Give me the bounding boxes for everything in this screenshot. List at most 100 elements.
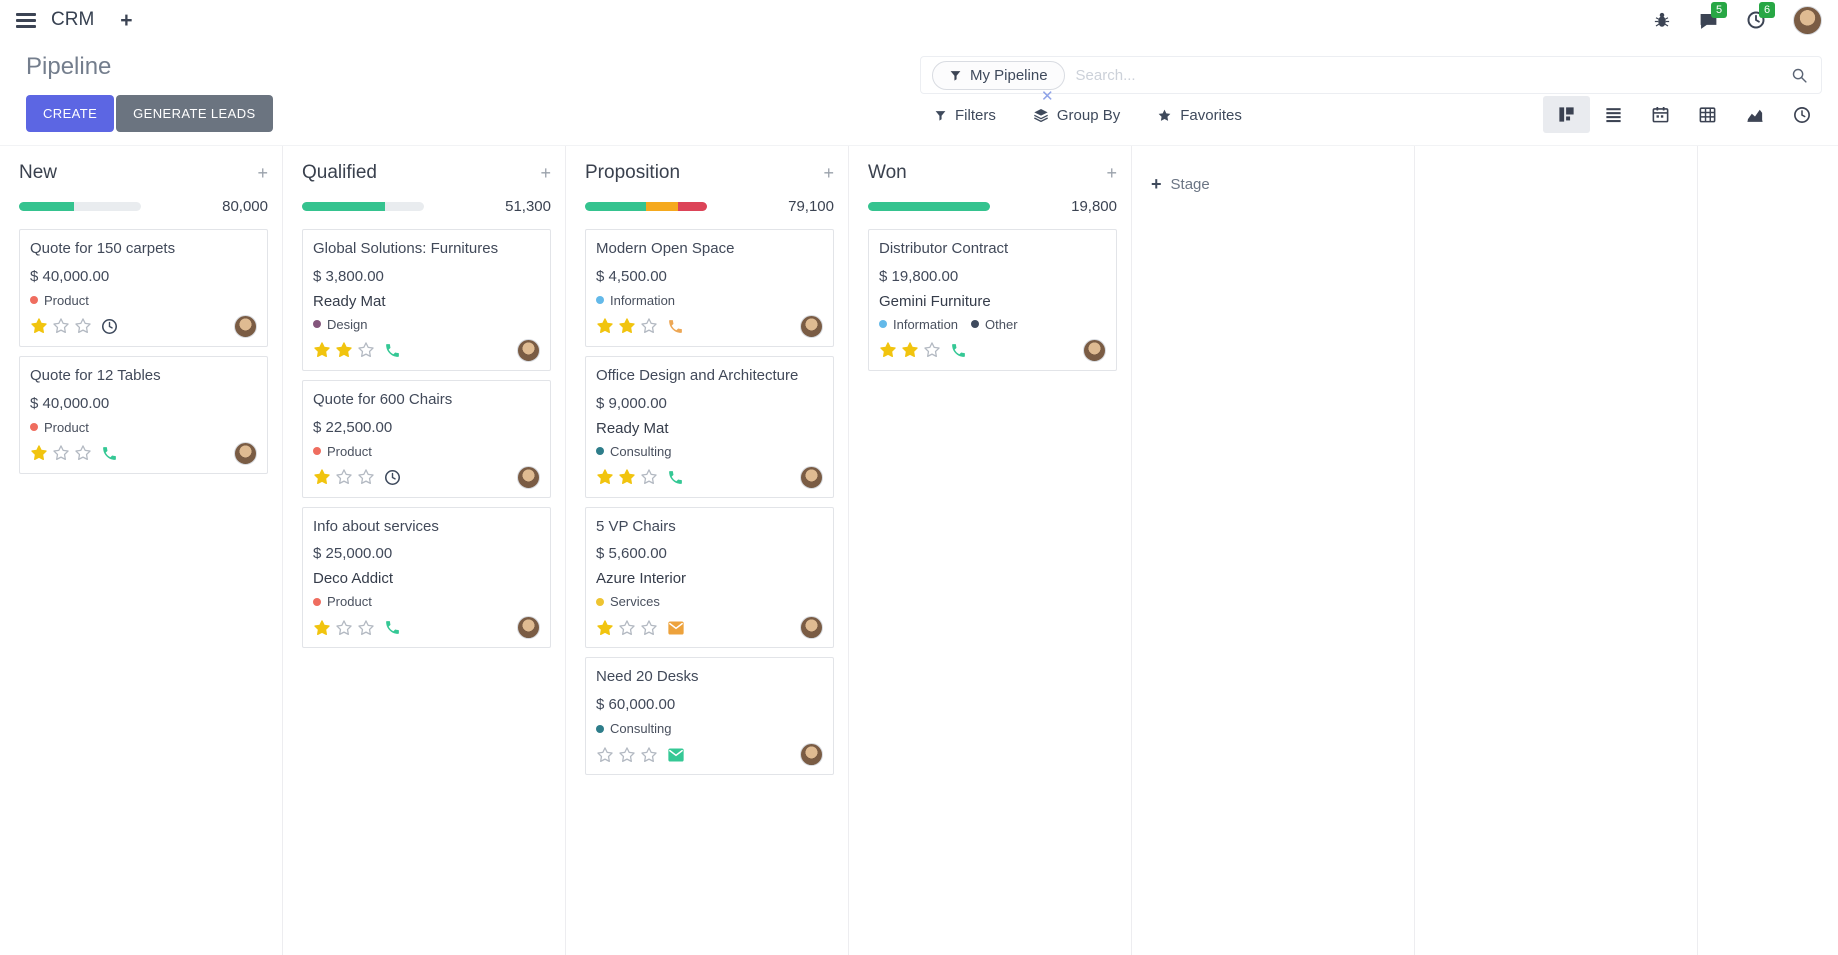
card-partner: Azure Interior: [596, 570, 823, 587]
activity-phone-icon[interactable]: [384, 619, 401, 636]
kanban-card[interactable]: Info about services$ 25,000.00Deco Addic…: [302, 507, 551, 649]
filters-label: Filters: [955, 107, 996, 124]
group-by-label: Group By: [1057, 107, 1120, 124]
star-filled-icon[interactable]: [901, 341, 919, 359]
star-filled-icon[interactable]: [313, 468, 331, 486]
card-avatar: [800, 466, 823, 489]
activity-clock-icon[interactable]: [384, 469, 401, 486]
filters-menu[interactable]: Filters: [934, 107, 996, 124]
star-empty-icon[interactable]: [640, 317, 658, 335]
tag-label: Other: [985, 317, 1018, 332]
column-progress-row: 79,100: [585, 198, 834, 215]
card-priority-stars: [879, 341, 941, 359]
column-progress-bar[interactable]: [19, 202, 141, 211]
star-empty-icon[interactable]: [618, 619, 636, 637]
star-empty-icon[interactable]: [640, 468, 658, 486]
plus-icon[interactable]: +: [120, 10, 132, 31]
star-filled-icon[interactable]: [596, 619, 614, 637]
card-title: Global Solutions: Furnitures: [313, 240, 540, 259]
star-empty-icon[interactable]: [52, 317, 70, 335]
star-empty-icon[interactable]: [74, 444, 92, 462]
search-icon[interactable]: [1791, 67, 1808, 84]
add-stage-button[interactable]: + Stage: [1151, 175, 1400, 193]
view-switch-list[interactable]: [1590, 96, 1637, 133]
column-add-button[interactable]: +: [1106, 164, 1117, 182]
kanban-card[interactable]: Office Design and Architecture$ 9,000.00…: [585, 356, 834, 498]
card-tags: Consulting: [596, 721, 823, 736]
activities-badge: 6: [1759, 2, 1775, 18]
kanban-card[interactable]: Global Solutions: Furnitures$ 3,800.00Re…: [302, 229, 551, 371]
card-footer: [879, 339, 1106, 362]
column-add-button[interactable]: +: [823, 164, 834, 182]
column-progress-bar[interactable]: [302, 202, 424, 211]
app-name-menu[interactable]: CRM: [51, 9, 94, 31]
star-filled-icon[interactable]: [335, 341, 353, 359]
star-filled-icon[interactable]: [618, 317, 636, 335]
star-filled-icon[interactable]: [596, 317, 614, 335]
star-filled-icon[interactable]: [618, 468, 636, 486]
tag-dot: [313, 320, 321, 328]
user-avatar[interactable]: [1793, 6, 1822, 35]
kanban-card[interactable]: Distributor Contract$ 19,800.00Gemini Fu…: [868, 229, 1117, 371]
star-empty-icon[interactable]: [357, 468, 375, 486]
kanban-card[interactable]: Quote for 12 Tables$ 40,000.00Product: [19, 356, 268, 474]
generate-leads-button[interactable]: GENERATE LEADS: [116, 95, 272, 132]
card-amount: $ 5,600.00: [596, 545, 823, 562]
star-filled-icon[interactable]: [879, 341, 897, 359]
card-title: Distributor Contract: [879, 240, 1106, 259]
view-switch-graph[interactable]: [1731, 96, 1778, 133]
favorites-menu[interactable]: Favorites: [1157, 107, 1242, 124]
star-filled-icon[interactable]: [30, 317, 48, 335]
kanban-card[interactable]: Modern Open Space$ 4,500.00Information: [585, 229, 834, 347]
activity-mail-icon[interactable]: [667, 620, 685, 636]
activities-clock-icon[interactable]: 6: [1746, 10, 1766, 30]
star-filled-icon[interactable]: [313, 619, 331, 637]
star-empty-icon[interactable]: [640, 746, 658, 764]
card-title: Modern Open Space: [596, 240, 823, 259]
apps-menu-icon[interactable]: [16, 13, 36, 28]
card-priority-stars: [30, 317, 92, 335]
column-add-button[interactable]: +: [257, 164, 268, 182]
star-empty-icon[interactable]: [335, 468, 353, 486]
star-empty-icon[interactable]: [74, 317, 92, 335]
view-switch-kanban[interactable]: [1543, 96, 1590, 133]
activity-phone-icon[interactable]: [667, 318, 684, 335]
kanban-card[interactable]: Quote for 600 Chairs$ 22,500.00Product: [302, 380, 551, 498]
activity-mail-icon[interactable]: [667, 747, 685, 763]
view-switch-pivot[interactable]: [1684, 96, 1731, 133]
star-filled-icon[interactable]: [30, 444, 48, 462]
star-empty-icon[interactable]: [618, 746, 636, 764]
activity-phone-icon[interactable]: [667, 469, 684, 486]
star-empty-icon[interactable]: [357, 341, 375, 359]
column-add-button[interactable]: +: [540, 164, 551, 182]
kanban-card[interactable]: Quote for 150 carpets$ 40,000.00Product: [19, 229, 268, 347]
create-button[interactable]: CREATE: [26, 95, 114, 132]
star-empty-icon[interactable]: [923, 341, 941, 359]
column-progress-bar[interactable]: [868, 202, 990, 211]
star-empty-icon[interactable]: [596, 746, 614, 764]
messages-icon[interactable]: 5: [1698, 10, 1719, 31]
activity-clock-icon[interactable]: [101, 318, 118, 335]
kanban-card[interactable]: Need 20 Desks$ 60,000.00Consulting: [585, 657, 834, 775]
activity-phone-icon[interactable]: [384, 342, 401, 359]
kanban-card[interactable]: 5 VP Chairs$ 5,600.00Azure InteriorServi…: [585, 507, 834, 649]
star-empty-icon[interactable]: [640, 619, 658, 637]
view-switch-calendar[interactable]: [1637, 96, 1684, 133]
activity-phone-icon[interactable]: [950, 342, 967, 359]
star-empty-icon[interactable]: [357, 619, 375, 637]
star-filled-icon[interactable]: [313, 341, 331, 359]
star-empty-icon[interactable]: [335, 619, 353, 637]
group-by-menu[interactable]: Group By: [1033, 107, 1120, 124]
star-filled-icon[interactable]: [596, 468, 614, 486]
activity-phone-icon[interactable]: [101, 445, 118, 462]
column-progress-bar[interactable]: [585, 202, 707, 211]
search-bar: My Pipeline ✕: [920, 56, 1822, 94]
search-facet-my-pipeline[interactable]: My Pipeline: [932, 61, 1065, 90]
progress-segment: [868, 202, 990, 211]
view-switch-activity[interactable]: [1778, 96, 1825, 133]
star-empty-icon[interactable]: [52, 444, 70, 462]
progress-segment: [19, 202, 74, 211]
card-tags: Information: [596, 293, 823, 308]
search-input[interactable]: [1065, 66, 1791, 85]
debug-bug-icon[interactable]: [1653, 11, 1671, 29]
